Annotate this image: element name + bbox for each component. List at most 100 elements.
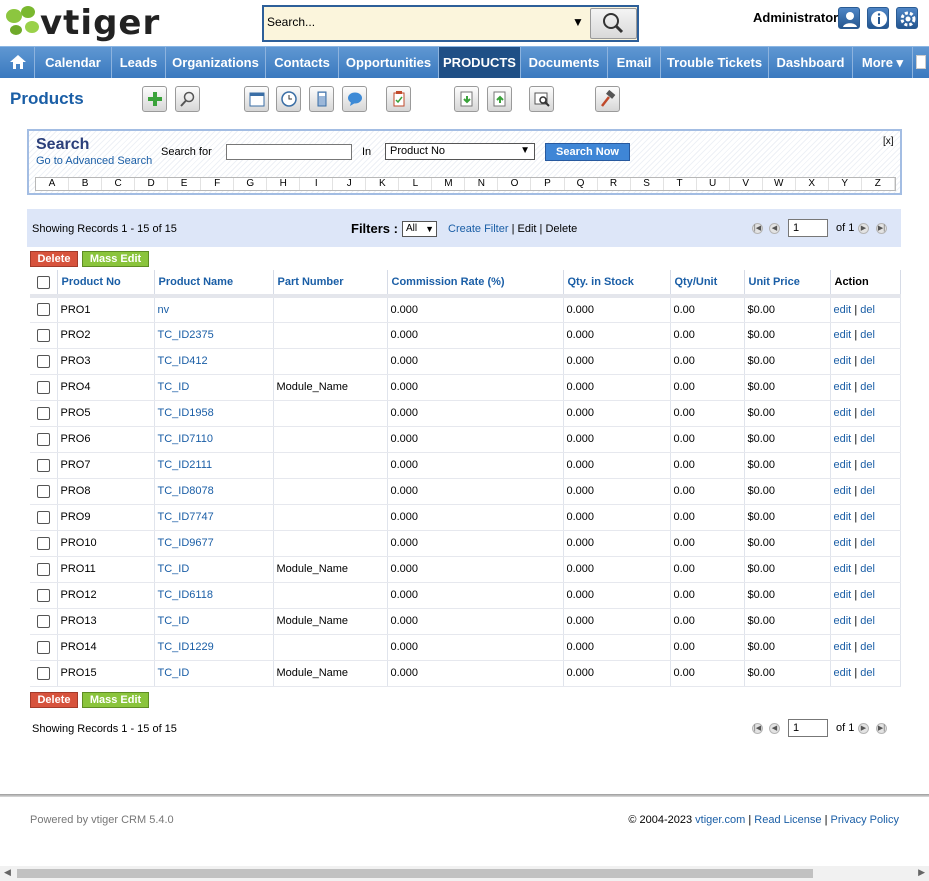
row-checkbox[interactable] [36,614,50,628]
cell-product-name-link[interactable]: TC_ID2111 [154,452,274,479]
row-delete-link[interactable]: del [860,304,875,316]
cell-product-name-link[interactable]: TC_ID2375 [154,322,274,349]
filter-select[interactable]: All ▼ [402,221,437,237]
alphabet-letter[interactable]: Z [862,178,895,190]
home-tab[interactable] [0,47,35,78]
row-checkbox[interactable] [36,510,50,524]
cell-product-name-link[interactable]: TC_ID1229 [154,634,274,661]
alphabet-letter[interactable]: D [135,178,169,190]
row-checkbox[interactable] [36,354,50,368]
row-edit-link[interactable]: edit [834,433,852,445]
cell-product-name-link[interactable]: TC_ID9677 [154,530,274,557]
row-checkbox[interactable] [36,666,50,680]
cell-product-name-link[interactable]: nv [154,296,274,323]
clipboard-button[interactable] [386,86,411,112]
search-text-input[interactable] [226,144,352,160]
alphabet-letter[interactable]: V [730,178,763,190]
tab-overflow[interactable] [913,47,929,78]
row-edit-link[interactable]: edit [834,407,852,419]
user-name[interactable]: Administrator [753,10,838,25]
export-button[interactable] [487,86,512,112]
alphabet-letter[interactable]: U [697,178,730,190]
tab-organizations[interactable]: Organizations [166,47,266,78]
row-edit-link[interactable]: edit [834,485,852,497]
row-checkbox[interactable] [36,380,50,394]
row-checkbox[interactable] [36,328,50,342]
alphabet-letter[interactable]: A [36,178,70,190]
search-button[interactable] [590,8,637,39]
row-delete-link[interactable]: del [860,563,875,575]
row-edit-link[interactable]: edit [834,511,852,523]
row-checkbox[interactable] [36,588,50,602]
row-edit-link[interactable]: edit [834,329,852,341]
row-checkbox[interactable] [36,458,50,472]
vtiger-site-link[interactable]: vtiger.com [695,814,745,826]
create-product-button[interactable] [142,86,167,112]
create-filter-link[interactable]: Create Filter [448,223,509,235]
scroll-left-icon[interactable]: ◀ [4,867,11,878]
alphabet-letter[interactable]: O [498,178,532,190]
global-search-input[interactable]: Search... [267,15,315,29]
read-license-link[interactable]: Read License [754,814,821,826]
row-delete-link[interactable]: del [860,537,875,549]
tab-email[interactable]: Email [608,47,661,78]
clock-button[interactable] [276,86,301,112]
row-edit-link[interactable]: edit [834,537,852,549]
delete-filter-link[interactable]: Delete [545,223,577,235]
calendar-button[interactable] [244,86,269,112]
settings-gear-icon[interactable] [896,7,918,29]
tab-trouble-tickets[interactable]: Trouble Tickets [661,47,769,78]
cell-product-name-link[interactable]: TC_ID1958 [154,400,274,427]
horizontal-scrollbar[interactable]: ◀ ▶ [0,866,929,881]
row-edit-link[interactable]: edit [834,304,852,316]
prev-page-icon[interactable]: ◀ [769,723,780,734]
row-edit-link[interactable]: edit [834,641,852,653]
alphabet-letter[interactable]: Q [565,178,598,190]
select-all-checkbox[interactable] [36,275,50,289]
user-icon[interactable] [838,7,860,29]
row-delete-link[interactable]: del [860,433,875,445]
calculator-button[interactable] [309,86,334,112]
page-number-input-bottom[interactable]: 1 [788,719,828,737]
mass-edit-button-bottom[interactable]: Mass Edit [82,692,149,708]
cell-product-name-link[interactable]: TC_ID7747 [154,504,274,531]
search-now-button[interactable]: Search Now [545,143,630,161]
delete-button-bottom[interactable]: Delete [30,692,78,708]
row-delete-link[interactable]: del [860,485,875,497]
row-edit-link[interactable]: edit [834,459,852,471]
row-checkbox[interactable] [36,432,50,446]
advanced-search-link[interactable]: Go to Advanced Search [36,155,152,167]
tab-products[interactable]: PRODUCTS [439,47,521,78]
alphabet-letter[interactable]: R [598,178,631,190]
edit-filter-link[interactable]: Edit [518,223,537,235]
column-header-commission-rate[interactable]: Commission Rate (%) [387,270,564,298]
info-icon[interactable] [867,7,889,29]
module-settings-button[interactable] [595,86,620,112]
row-delete-link[interactable]: del [860,589,875,601]
import-button[interactable] [454,86,479,112]
row-edit-link[interactable]: edit [834,667,852,679]
cell-product-name-link[interactable]: TC_ID [154,556,274,583]
close-search-button[interactable]: [x] [883,136,894,147]
tab-leads[interactable]: Leads [112,47,166,78]
cell-product-name-link[interactable]: TC_ID [154,608,274,635]
column-header-product-name[interactable]: Product Name [154,270,274,298]
alphabet-letter[interactable]: K [366,178,400,190]
column-header-product-no[interactable]: Product No [57,270,155,298]
alphabet-letter[interactable]: I [300,178,334,190]
alphabet-letter[interactable]: J [333,178,367,190]
cell-product-name-link[interactable]: TC_ID [154,374,274,401]
alphabet-letter[interactable]: C [102,178,136,190]
row-checkbox[interactable] [36,562,50,576]
row-delete-link[interactable]: del [860,641,875,653]
row-checkbox[interactable] [36,536,50,550]
tab-contacts[interactable]: Contacts [266,47,339,78]
page-number-input[interactable]: 1 [788,219,828,237]
row-delete-link[interactable]: del [860,459,875,471]
alphabet-letter[interactable]: L [399,178,433,190]
alphabet-letter[interactable]: H [267,178,301,190]
row-edit-link[interactable]: edit [834,381,852,393]
row-edit-link[interactable]: edit [834,589,852,601]
row-delete-link[interactable]: del [860,511,875,523]
alphabet-letter[interactable]: Y [829,178,862,190]
